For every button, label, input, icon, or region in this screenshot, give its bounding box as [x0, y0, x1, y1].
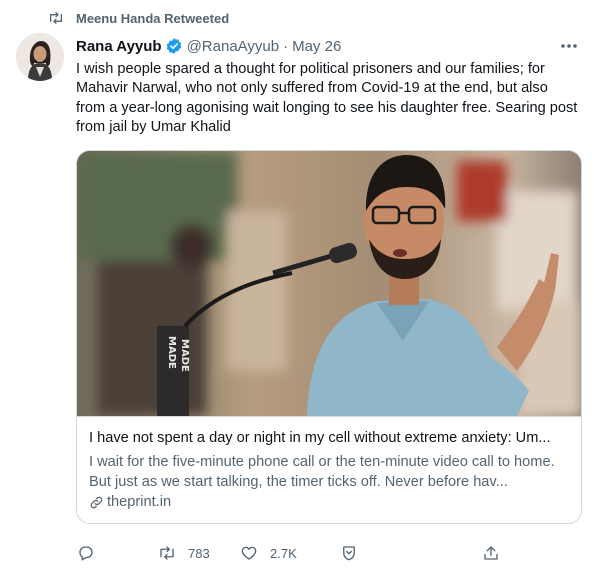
tweet-actions: 783 2.7K — [76, 543, 516, 563]
retweet-label[interactable]: Meenu Handa Retweeted — [76, 11, 229, 26]
retweet-count: 783 — [188, 545, 210, 561]
tweet-text: I wish people spared a thought for polit… — [76, 61, 578, 135]
link-icon — [90, 496, 103, 508]
reply-button[interactable] — [77, 543, 107, 563]
share-button[interactable] — [482, 543, 512, 563]
separator-dot: · — [283, 37, 289, 55]
card-divider — [77, 416, 581, 417]
share-icon — [484, 546, 498, 560]
more-options-button[interactable] — [558, 36, 580, 56]
avatar[interactable] — [16, 33, 64, 81]
retweet-context: Meenu Handa Retweeted — [48, 9, 229, 27]
link-card[interactable]: MADE MADE I have not spent a day or nigh… — [76, 150, 582, 524]
bookmark-button[interactable] — [340, 543, 358, 563]
more-dots-icon — [561, 44, 577, 48]
author-name[interactable]: Rana Ayyub — [76, 38, 162, 55]
like-count: 2.7K — [270, 545, 297, 561]
tweet-date[interactable]: May 26 — [292, 38, 341, 55]
heart-icon — [241, 546, 257, 560]
card-image[interactable]: MADE MADE — [77, 151, 581, 416]
retweet-button[interactable]: 783 — [158, 543, 210, 563]
card-domain[interactable]: theprint.in — [89, 494, 171, 510]
verified-badge-icon — [166, 38, 181, 54]
card-title[interactable]: I have not spent a day or night in my ce… — [89, 430, 569, 446]
bookmark-shield-icon — [343, 546, 355, 561]
card-domain-label: theprint.in — [107, 494, 172, 510]
retweet-icon — [50, 12, 62, 24]
banner-text-2: MADE — [179, 339, 190, 372]
reply-icon — [79, 546, 93, 561]
retweet-action-icon — [160, 546, 174, 560]
tweet-header: Rana Ayyub @RanaAyyub · May 26 — [76, 36, 586, 56]
card-description: I wait for the five-minute phone call or… — [89, 454, 555, 490]
author-handle[interactable]: @RanaAyyub — [187, 38, 280, 55]
banner-text: MADE — [166, 336, 177, 369]
like-button[interactable]: 2.7K — [240, 543, 297, 563]
